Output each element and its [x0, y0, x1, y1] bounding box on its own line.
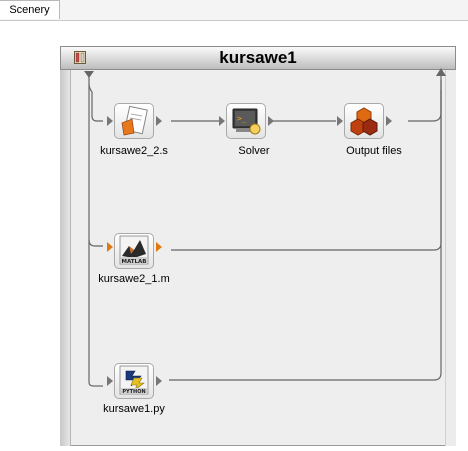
- matlab-icon: MATLAB: [119, 235, 149, 265]
- wire-python-to-rail: [169, 90, 442, 381]
- wire-input-trunk: [88, 76, 94, 387]
- input-port-icon[interactable]: [106, 241, 114, 253]
- node-kursawe1-py[interactable]: PYTHON: [106, 361, 162, 401]
- python-icon-text: PYTHON: [122, 389, 145, 395]
- wire-input-to-matlab: [88, 239, 103, 247]
- output-port-icon[interactable]: [267, 115, 275, 127]
- input-port-icon[interactable]: [336, 115, 344, 127]
- wire-output-to-rail: [408, 74, 442, 122]
- node-label-kursawe2-2-s: kursawe2_2.s: [100, 145, 168, 157]
- output-port-icon[interactable]: [385, 115, 393, 127]
- node-output-files[interactable]: [336, 101, 392, 141]
- output-files-icon: [350, 107, 378, 136]
- workflow-output-port: [436, 68, 446, 76]
- node-label-kursawe2-1-m: kursawe2_1.m: [98, 273, 170, 285]
- node-label-kursawe1-py: kursawe1.py: [103, 403, 165, 415]
- matlab-icon-text: MATLAB: [121, 259, 146, 265]
- node-label-solver: Solver: [238, 145, 270, 157]
- input-port-icon[interactable]: [218, 115, 226, 127]
- wire-matlab-to-rail: [171, 80, 442, 251]
- script-file-icon: [121, 105, 148, 136]
- node-label-output-files: Output files: [346, 145, 402, 157]
- solver-terminal-icon: >_: [232, 108, 261, 135]
- python-icon: PYTHON: [119, 365, 149, 395]
- input-port-icon[interactable]: [106, 115, 114, 127]
- output-port-icon[interactable]: [155, 115, 163, 127]
- workflow-input-port: [84, 71, 94, 78]
- output-port-icon[interactable]: [155, 241, 163, 253]
- node-solver[interactable]: >_: [218, 101, 274, 141]
- output-port-icon[interactable]: [155, 375, 163, 387]
- svg-text:>_: >_: [237, 114, 247, 123]
- workflow-connections: [84, 68, 446, 387]
- node-kursawe2-1-m[interactable]: MATLAB: [106, 231, 162, 271]
- node-kursawe2-2-s[interactable]: [106, 101, 162, 141]
- input-port-icon[interactable]: [106, 375, 114, 387]
- wire-input-to-script: [88, 83, 103, 122]
